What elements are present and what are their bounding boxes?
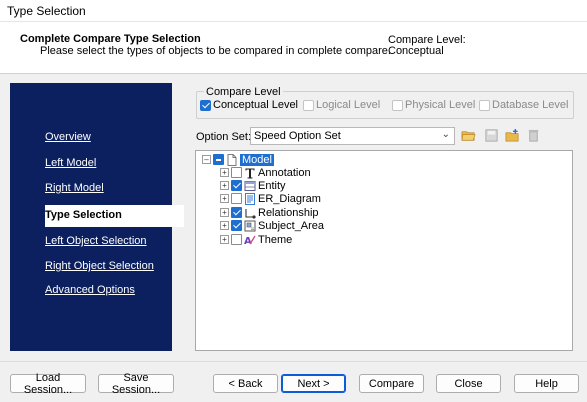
diagram-icon: [245, 192, 255, 205]
tree-label-er-diagram: ER_Diagram: [258, 192, 321, 205]
physical-level-label: Physical Level: [405, 99, 476, 111]
expand-icon[interactable]: +: [220, 194, 229, 203]
document-icon: [227, 153, 237, 166]
tree-node-annotation[interactable]: + Annotation: [220, 166, 311, 179]
database-level-label: Database Level: [492, 99, 569, 111]
nav-type-selection-label: Type Selection: [45, 209, 122, 221]
checkbox-unchecked-icon[interactable]: [231, 167, 242, 178]
checkbox-checked-icon[interactable]: [231, 220, 242, 231]
window-titlebar: Type Selection: [0, 0, 587, 22]
nav-left-object-selection[interactable]: Left Object Selection: [45, 235, 147, 247]
compare-level-value: Conceptual: [388, 45, 444, 57]
checkbox-unchecked-icon: [392, 99, 403, 111]
entity-icon: [244, 180, 256, 191]
logical-level-label: Logical Level: [316, 99, 381, 111]
tree-label-subject-area: Subject_Area: [258, 219, 325, 232]
theme-icon: A: [244, 235, 256, 246]
checkbox-unchecked-icon: [303, 99, 314, 111]
new-folder-icon[interactable]: [505, 128, 520, 143]
page-description: Please select the types of objects to be…: [40, 45, 391, 57]
checkbox-unchecked-icon[interactable]: [231, 234, 242, 245]
conceptual-level-checkbox[interactable]: Conceptual Level: [200, 99, 298, 111]
logical-level-checkbox[interactable]: Logical Level: [303, 99, 380, 111]
load-session-button[interactable]: Load Session...: [10, 372, 86, 396]
expand-icon[interactable]: +: [220, 181, 229, 190]
tree-label-theme: Theme: [258, 233, 293, 246]
compare-button[interactable]: Compare: [359, 374, 424, 393]
subject-area-icon: [244, 220, 256, 231]
tree-node-theme[interactable]: + A Theme: [220, 233, 292, 246]
checkbox-checked-icon[interactable]: [231, 207, 242, 218]
physical-level-checkbox[interactable]: Physical Level: [392, 99, 475, 111]
nav-right-model[interactable]: Right Model: [45, 182, 104, 194]
expand-icon[interactable]: +: [220, 221, 229, 230]
tree-node-model[interactable]: – Model: [202, 153, 274, 166]
save-icon[interactable]: [484, 128, 499, 143]
option-set-label: Option Set:: [196, 131, 252, 143]
compare-level-legend: Compare Level: [204, 86, 283, 98]
relationship-icon: [245, 208, 256, 219]
wizard-sidebar: Overview Left Model Right Model Type Sel…: [10, 83, 184, 351]
checkbox-checked-icon[interactable]: [231, 180, 242, 191]
svg-text:A: A: [244, 236, 252, 246]
option-set-value: Speed Option Set: [254, 130, 341, 142]
nav-right-object-selection[interactable]: Right Object Selection: [45, 260, 154, 272]
tree-label-model: Model: [240, 153, 274, 166]
chevron-down-icon: ⌄: [441, 129, 450, 140]
open-folder-icon[interactable]: [461, 128, 476, 143]
checkbox-partial-icon[interactable]: [213, 154, 224, 165]
back-button[interactable]: < Back: [213, 374, 278, 393]
tree-label-relationship: Relationship: [258, 206, 319, 219]
tree-node-subject-area[interactable]: + Subject_Area: [220, 219, 324, 232]
expand-icon[interactable]: +: [220, 235, 229, 244]
tree-node-er-diagram[interactable]: + ER_Diagram: [220, 192, 321, 205]
tree-label-entity: Entity: [258, 179, 286, 192]
tree-node-entity[interactable]: + Entity: [220, 179, 286, 192]
nav-advanced-options[interactable]: Advanced Options: [45, 284, 135, 296]
footer-divider: [0, 361, 587, 362]
conceptual-level-label: Conceptual Level: [213, 99, 299, 111]
header-panel: Complete Compare Type Selection Please s…: [0, 22, 587, 74]
nav-left-model[interactable]: Left Model: [45, 157, 96, 169]
nav-type-selection[interactable]: Type Selection: [45, 205, 184, 227]
delete-icon[interactable]: [526, 128, 541, 143]
object-type-tree[interactable]: – Model + Annotation + Entity + ER_Diagr…: [195, 150, 573, 351]
checkbox-unchecked-icon: [479, 99, 490, 111]
save-session-button[interactable]: Save Session...: [98, 372, 174, 396]
expand-icon[interactable]: +: [220, 168, 229, 177]
expand-icon[interactable]: +: [220, 208, 229, 217]
option-set-dropdown[interactable]: Speed Option Set ⌄: [250, 127, 455, 145]
text-annotation-icon: [245, 168, 255, 178]
nav-overview[interactable]: Overview: [45, 131, 91, 143]
tree-node-relationship[interactable]: + Relationship: [220, 206, 319, 219]
collapse-icon[interactable]: –: [202, 155, 211, 164]
page-title: Complete Compare Type Selection: [20, 33, 201, 45]
database-level-checkbox[interactable]: Database Level: [479, 99, 568, 111]
close-button[interactable]: Close: [436, 374, 501, 393]
checkbox-unchecked-icon[interactable]: [231, 193, 242, 204]
next-button[interactable]: Next >: [281, 374, 346, 393]
window-title: Type Selection: [7, 4, 86, 18]
checkbox-checked-icon: [200, 99, 211, 111]
help-button[interactable]: Help: [514, 374, 579, 393]
tree-label-annotation: Annotation: [258, 166, 311, 179]
